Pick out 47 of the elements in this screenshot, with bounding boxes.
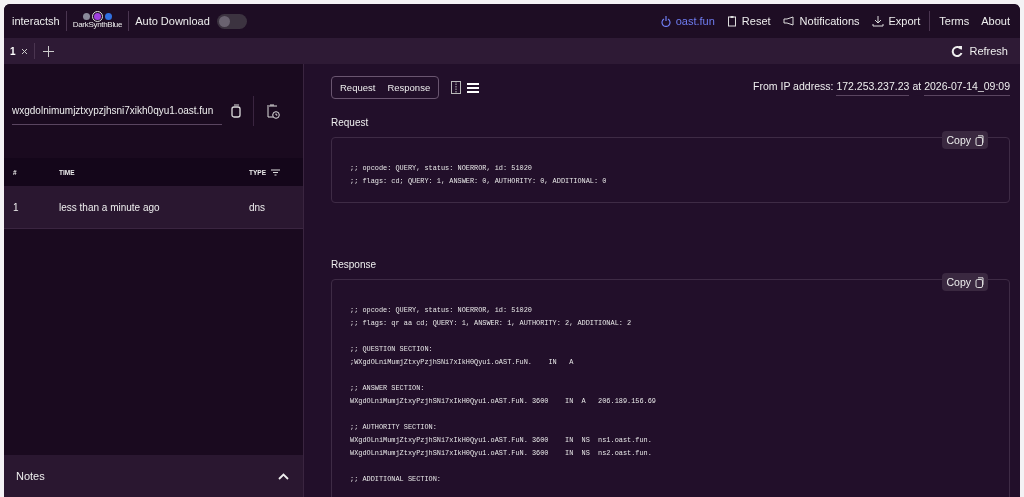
copy-icon[interactable] [231,104,241,118]
server-link[interactable]: oast.fun [660,15,715,27]
copy-icon [975,134,984,146]
table-cell-text: dns [249,201,267,213]
timestamp: 2026-07-14_09:09 [924,79,1010,96]
download-icon [871,15,884,27]
ip-address: 172.253.237.23 [836,79,910,96]
notes-label: Notes [16,470,45,482]
filter-icon[interactable] [271,168,280,176]
split-view-icon[interactable] [451,81,462,94]
section-title: Request [331,117,370,128]
close-icon[interactable] [20,47,28,55]
auto-download-toggle[interactable] [216,13,247,29]
notes-bar[interactable]: Notes [4,455,303,497]
theme-name: DarkSynthBlue [72,20,123,29]
theme-dot[interactable] [82,13,90,20]
table-cell-text: 1 [13,201,20,213]
session-tab[interactable]: 1 [4,38,34,64]
copy-icon [975,276,984,288]
copy-button[interactable]: Copy [942,131,988,149]
theme-dot[interactable] [104,13,112,20]
view-toggle-option[interactable]: Response [387,82,431,93]
clipboard-icon [726,15,737,27]
terms-link[interactable]: Terms [939,15,970,27]
power-icon [660,15,671,27]
notifications-link[interactable]: Notifications [782,15,860,27]
about-link[interactable]: About [981,15,1010,27]
stacked-view-icon[interactable] [467,82,480,93]
trash-clock-icon[interactable] [266,103,280,119]
table-cell-text: less than a minute ago [59,201,161,213]
domain-field[interactable]: wxgdolnimumjztxypzjhsni7xikh0qyu1.oast.fun [12,97,222,125]
at-label: at [912,79,922,94]
chevron-icon[interactable] [278,472,289,480]
view-toggle-option[interactable]: Request [340,82,376,93]
ip-label: From IP address: [753,79,834,94]
refresh-icon [951,45,964,57]
export-link[interactable]: Export [871,15,921,27]
auto-download-label: Auto Download [135,15,210,27]
theme-dot[interactable] [93,13,101,20]
copy-button[interactable]: Copy [942,273,988,291]
reset-link[interactable]: Reset [726,15,771,27]
app-name: interactsh [12,15,60,27]
section-title: Response [331,259,378,270]
add-icon[interactable] [42,45,54,57]
refresh-button[interactable]: Refresh [951,45,1008,57]
megaphone-icon [782,15,795,27]
interaction-row[interactable]: 1 less than a minute ago dns [4,186,303,229]
